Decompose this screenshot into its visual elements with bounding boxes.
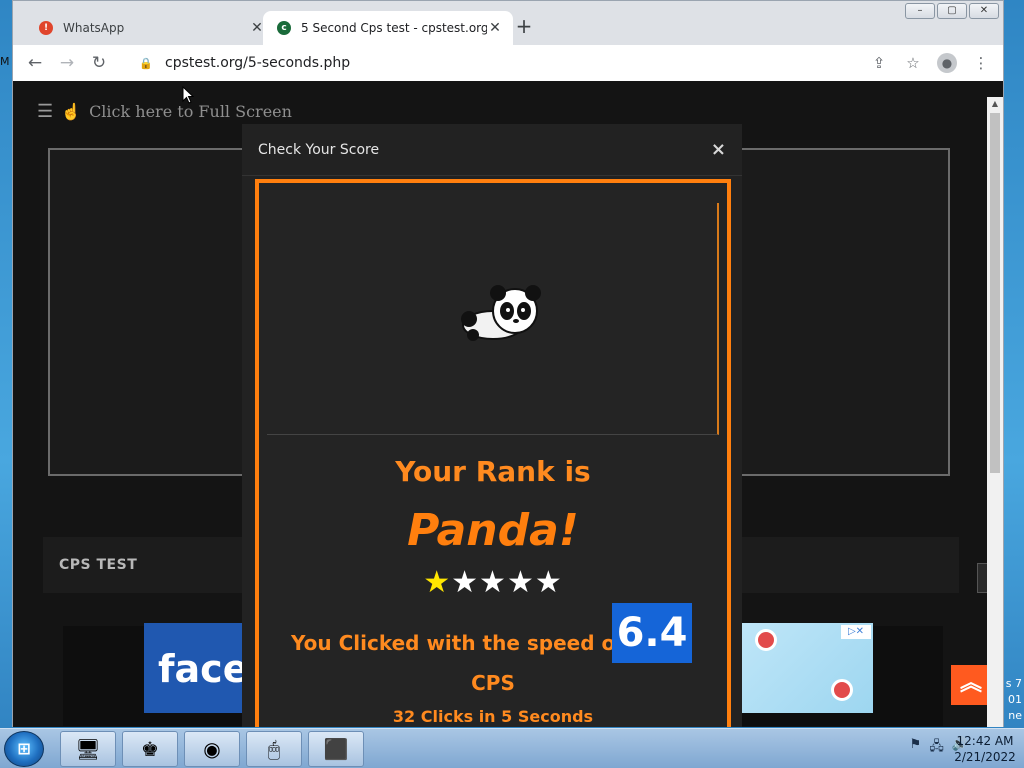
cps-unit-label: CPS bbox=[471, 671, 515, 695]
star-empty-icon: ★ bbox=[479, 565, 507, 600]
rating-stars: ★★★★★ bbox=[259, 565, 727, 600]
cps-test-label: CPS TEST bbox=[59, 557, 138, 573]
score-modal: Check Your Score × Your Rank is Panda! ★… bbox=[242, 124, 742, 727]
hamburger-menu-icon[interactable]: ☰ bbox=[37, 101, 53, 122]
clicks-summary: 32 Clicks in 5 Seconds bbox=[392, 707, 594, 726]
back-arrow-icon[interactable]: ← bbox=[19, 47, 51, 79]
fullscreen-icon: ☝ bbox=[61, 102, 82, 121]
flag-icon[interactable]: ⚑ bbox=[910, 737, 922, 759]
desktop-edge-text: M bbox=[0, 55, 10, 68]
forward-arrow-icon[interactable]: → bbox=[51, 47, 83, 79]
scroll-to-top-button[interactable]: ︽ bbox=[951, 665, 991, 705]
reload-icon[interactable]: ↻ bbox=[83, 47, 115, 79]
rank-heading: Your Rank is bbox=[395, 455, 591, 488]
fullscreen-link[interactable]: ☰ ☝ Click here to Full Screen bbox=[37, 101, 292, 122]
mouse-cursor-icon bbox=[182, 86, 194, 104]
system-clock[interactable]: 12:42 AM 2/21/2022 bbox=[950, 733, 1020, 765]
window-controls: – ▢ ✕ bbox=[905, 3, 999, 19]
modal-close-button[interactable]: × bbox=[711, 139, 726, 160]
facebook-ad[interactable]: face bbox=[144, 623, 244, 713]
modal-title: Check Your Score bbox=[258, 141, 380, 158]
url-text: cpstest.org/5-seconds.php bbox=[165, 55, 351, 71]
fullscreen-text: Click here to Full Screen bbox=[89, 102, 292, 121]
tab-cpstest[interactable]: c 5 Second Cps test - cpstest.org ✕ bbox=[263, 11, 513, 45]
menu-kebab-icon[interactable]: ⋮ bbox=[967, 49, 995, 77]
scroll-up-arrow-icon[interactable]: ▲ bbox=[987, 97, 1003, 111]
profile-icon[interactable]: ● bbox=[933, 49, 961, 77]
cps-value-badge: 6.4 bbox=[612, 603, 692, 663]
clock-time: 12:42 AM bbox=[956, 734, 1014, 748]
modal-body: Your Rank is Panda! ★★★★★ You Clicked wi… bbox=[255, 179, 731, 727]
desktop-edge-text-right: s 7 01 ne bbox=[1005, 677, 1022, 722]
lock-icon: 🔒 bbox=[139, 56, 153, 70]
ad-text: face bbox=[158, 647, 244, 691]
cpstest-favicon-icon: c bbox=[277, 21, 291, 35]
clock-date: 2/21/2022 bbox=[954, 750, 1016, 764]
taskbar-solitaire-button[interactable]: ♚ bbox=[122, 731, 178, 767]
share-icon[interactable]: ⇪ bbox=[865, 49, 893, 77]
start-button[interactable]: ⊞ bbox=[4, 731, 44, 767]
toolbar-actions: ⇪ ☆ ● ⋮ bbox=[865, 49, 995, 77]
new-tab-button[interactable]: + bbox=[513, 15, 535, 37]
browser-toolbar: ← → ↻ 🔒 cpstest.org/5-seconds.php ⇪ ☆ ● … bbox=[13, 45, 1003, 81]
address-bar[interactable]: 🔒 cpstest.org/5-seconds.php bbox=[131, 49, 871, 77]
taskbar-explorer-button[interactable]: 🖥 bbox=[60, 731, 116, 767]
network-icon[interactable]: 🖧 bbox=[929, 737, 944, 759]
page-viewport: ☰ ☝ Click here to Full Screen CPS TEST f… bbox=[13, 81, 1003, 727]
page-scrollbar[interactable]: ▲ bbox=[987, 97, 1003, 727]
browser-window: ! WhatsApp ✕ c 5 Second Cps test - cpste… bbox=[12, 0, 1004, 727]
scroll-thumb[interactable] bbox=[990, 113, 1000, 473]
bookmark-star-icon[interactable]: ☆ bbox=[899, 49, 927, 77]
speed-text: You Clicked with the speed of bbox=[291, 631, 624, 655]
star-filled-icon: ★ bbox=[423, 565, 452, 600]
taskbar-app-button[interactable]: ⬛ bbox=[308, 731, 364, 767]
tab-title: 5 Second Cps test - cpstest.org bbox=[301, 21, 487, 35]
star-empty-icon: ★ bbox=[534, 565, 563, 600]
tab-whatsapp[interactable]: ! WhatsApp ✕ bbox=[25, 11, 275, 45]
star-empty-icon: ★ bbox=[451, 565, 480, 600]
rank-name: Panda! bbox=[407, 505, 579, 556]
map-pin-icon bbox=[831, 679, 853, 701]
avatar: ● bbox=[937, 53, 957, 73]
close-window-button[interactable]: ✕ bbox=[969, 3, 999, 19]
tab-strip: ! WhatsApp ✕ c 5 Second Cps test - cpste… bbox=[13, 1, 1003, 45]
map-pin-icon bbox=[755, 629, 777, 651]
panda-image bbox=[461, 285, 541, 341]
minimize-button[interactable]: – bbox=[905, 3, 935, 19]
tab-title: WhatsApp bbox=[63, 21, 125, 35]
modal-header: Check Your Score × bbox=[242, 124, 742, 176]
windows-taskbar: ⊞ 🖥 ♚ ◉ 🖱 ⬛ ⚑ 🖧 🔊 12:42 AM 2/21/2022 bbox=[0, 728, 1024, 768]
close-tab-icon[interactable]: ✕ bbox=[487, 20, 503, 36]
taskbar-chrome-button[interactable]: ◉ bbox=[184, 731, 240, 767]
taskbar-mouse-app-button[interactable]: 🖱 bbox=[246, 731, 302, 767]
rank-image-area bbox=[267, 203, 719, 435]
ad-close-button[interactable]: ▷✕ bbox=[841, 625, 871, 639]
star-empty-icon: ★ bbox=[506, 565, 535, 600]
whatsapp-alert-icon: ! bbox=[39, 21, 53, 35]
maximize-button[interactable]: ▢ bbox=[937, 3, 967, 19]
